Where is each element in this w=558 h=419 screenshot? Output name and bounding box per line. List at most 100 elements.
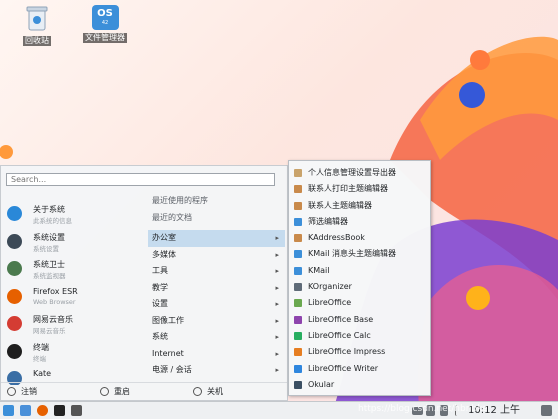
- info-icon: [7, 206, 22, 221]
- submenu-label: 联系人主题编辑器: [308, 200, 372, 210]
- restart-button[interactable]: 重启: [100, 386, 130, 397]
- file-manager-taskbar-icon[interactable]: [20, 405, 31, 416]
- category-label: 图像工作: [152, 315, 184, 325]
- submenu-label: 联系人打印主题编辑器: [308, 184, 388, 194]
- submenu-item[interactable]: LibreOffice Impress: [289, 344, 430, 360]
- app-icon: [294, 234, 302, 243]
- app-icon: [294, 283, 302, 292]
- settings-icon: [7, 233, 22, 249]
- submenu-label: Okular: [308, 379, 335, 389]
- favorite-name: Kate: [33, 369, 52, 378]
- submenu-label: LibreOffice: [308, 298, 352, 308]
- category-item[interactable]: 系统 ▸: [148, 329, 285, 346]
- category-item[interactable]: 电源 / 会话 ▸: [148, 362, 285, 379]
- submenu-item[interactable]: LibreOffice: [289, 295, 430, 311]
- submenu-label: 个人信息管理设置导出器: [308, 168, 396, 177]
- category-label: 多媒体: [152, 249, 176, 259]
- chevron-right-icon: ▸: [275, 283, 279, 292]
- launcher-icon[interactable]: [3, 405, 14, 416]
- logout-icon: [7, 387, 16, 396]
- category-item[interactable]: 办公室 ▸: [148, 230, 285, 247]
- favorite-item[interactable]: Firefox ESR Web Browser: [1, 283, 146, 311]
- submenu-label: KMail 消息头主题编辑器: [308, 249, 397, 259]
- submenu-label: LibreOffice Writer: [308, 363, 379, 373]
- submenu-label: KMail: [308, 265, 330, 275]
- submenu-item[interactable]: KMail: [289, 263, 430, 279]
- shutdown-button[interactable]: 关机: [193, 386, 223, 397]
- terminal-taskbar-icon[interactable]: [54, 405, 65, 416]
- submenu-item[interactable]: KAddressBook: [289, 230, 430, 246]
- submenu-item[interactable]: LibreOffice Base: [289, 312, 430, 328]
- favorite-item[interactable]: 终端 终端: [1, 338, 146, 366]
- restart-icon: [100, 387, 109, 396]
- app-icon: [294, 185, 302, 194]
- chevron-right-icon: ▸: [275, 366, 279, 374]
- power-icon: [193, 387, 202, 396]
- submenu-label: LibreOffice Impress: [308, 347, 386, 357]
- favorite-description: 终端: [33, 354, 46, 363]
- category-item[interactable]: 工具 ▸: [148, 263, 285, 280]
- desktop-icon-trash[interactable]: 回收站: [5, 5, 69, 46]
- category-label: 电源 / 会话: [152, 365, 192, 374]
- desktop-icon-label: 回收站: [23, 36, 51, 46]
- submenu-item[interactable]: 联系人主题编辑器: [289, 198, 430, 214]
- submenu-label: KOrganizer: [308, 282, 352, 292]
- app-icon: [294, 348, 302, 357]
- firefox-taskbar-icon[interactable]: [37, 405, 48, 416]
- category-item[interactable]: 设置 ▸: [148, 296, 285, 313]
- category-item[interactable]: 图像工作 ▸: [148, 313, 285, 330]
- submenu-label: LibreOffice Calc: [308, 330, 371, 340]
- app-icon: [294, 299, 302, 308]
- favorite-description: 此系统的信息: [33, 217, 72, 225]
- app-icon: [294, 364, 302, 373]
- submenu-item[interactable]: 个人信息管理设置导出器: [289, 165, 430, 181]
- favorite-item[interactable]: 系统设置 系统设置: [1, 228, 146, 256]
- monitor-taskbar-icon[interactable]: [71, 405, 82, 416]
- restart-label: 重启: [114, 387, 130, 396]
- submenu-item[interactable]: Okular: [289, 377, 430, 393]
- favorite-item[interactable]: 网易云音乐 网易云音乐: [1, 310, 146, 338]
- favorite-item[interactable]: 关于系统 此系统的信息: [1, 200, 146, 228]
- favorite-description: 网易云音乐: [33, 327, 66, 335]
- favorites-list: 关于系统 此系统的信息 系统设置 系统设置 系统卫士 系统监视器 Firefox ESR We…: [1, 200, 146, 385]
- category-item[interactable]: 教学 ▸: [148, 280, 285, 297]
- recent-documents[interactable]: 最近的文档: [148, 210, 285, 227]
- submenu-item[interactable]: LibreOffice Calc: [289, 328, 430, 344]
- category-label: 工具: [152, 266, 168, 275]
- firefox-icon: [7, 288, 22, 304]
- watermark: https://blog.csdn.net/hbnbke: [358, 404, 488, 414]
- trash-icon: [26, 6, 48, 31]
- logout-label: 注销: [21, 387, 37, 396]
- chevron-right-icon: ▸: [275, 267, 279, 275]
- monitor-icon: [7, 261, 22, 276]
- submenu-item[interactable]: KOrganizer: [289, 279, 430, 295]
- submenu-label: 筛选编辑器: [308, 216, 348, 226]
- category-list: 最近使用的程序 最近的文档 办公室 ▸ 多媒体 ▸ 工具 ▸ 教学 ▸ 设置 ▸ 图像工作 ▸ 系统 ▸ I…: [148, 193, 285, 379]
- chevron-right-icon: ▸: [275, 316, 279, 325]
- chevron-right-icon: ▸: [275, 234, 279, 242]
- desktop-icon-label: 文件管理器: [83, 33, 127, 43]
- app-icon: [294, 331, 302, 340]
- favorite-description: 系统监视器: [33, 272, 66, 280]
- recent-programs[interactable]: 最近使用的程序: [148, 193, 285, 210]
- submenu-item[interactable]: 联系人打印主题编辑器: [289, 181, 430, 197]
- search-input[interactable]: [6, 173, 275, 186]
- submenu-item[interactable]: KMail 消息头主题编辑器: [289, 246, 430, 262]
- category-item[interactable]: 多媒体 ▸: [148, 247, 285, 264]
- file-manager-icon: OS 42: [91, 5, 119, 30]
- application-launcher: 关于系统此系统的信息系统设置系统设置系统卫士系统监视器Firefox ESRWe…: [0, 165, 288, 401]
- category-item[interactable]: Internet ▸: [148, 346, 285, 363]
- session-actions: 注销 重启 关机: [1, 382, 287, 402]
- notifications-icon[interactable]: [541, 405, 552, 416]
- favorite-item[interactable]: 系统卫士 系统监视器: [1, 255, 146, 283]
- submenu-item[interactable]: 筛选编辑器: [289, 214, 430, 230]
- category-label: 教学: [152, 282, 168, 292]
- chevron-right-icon: ▸: [275, 333, 279, 341]
- submenu-label: LibreOffice Base: [308, 314, 374, 324]
- shutdown-label: 关机: [207, 387, 223, 396]
- desktop-icon-file-manager[interactable]: OS 42 文件管理器: [73, 5, 137, 43]
- logout-button[interactable]: 注销: [7, 386, 37, 397]
- favorite-name: 终端: [33, 342, 49, 352]
- favorite-description: 系统设置: [33, 244, 59, 253]
- submenu-item[interactable]: LibreOffice Writer: [289, 361, 430, 377]
